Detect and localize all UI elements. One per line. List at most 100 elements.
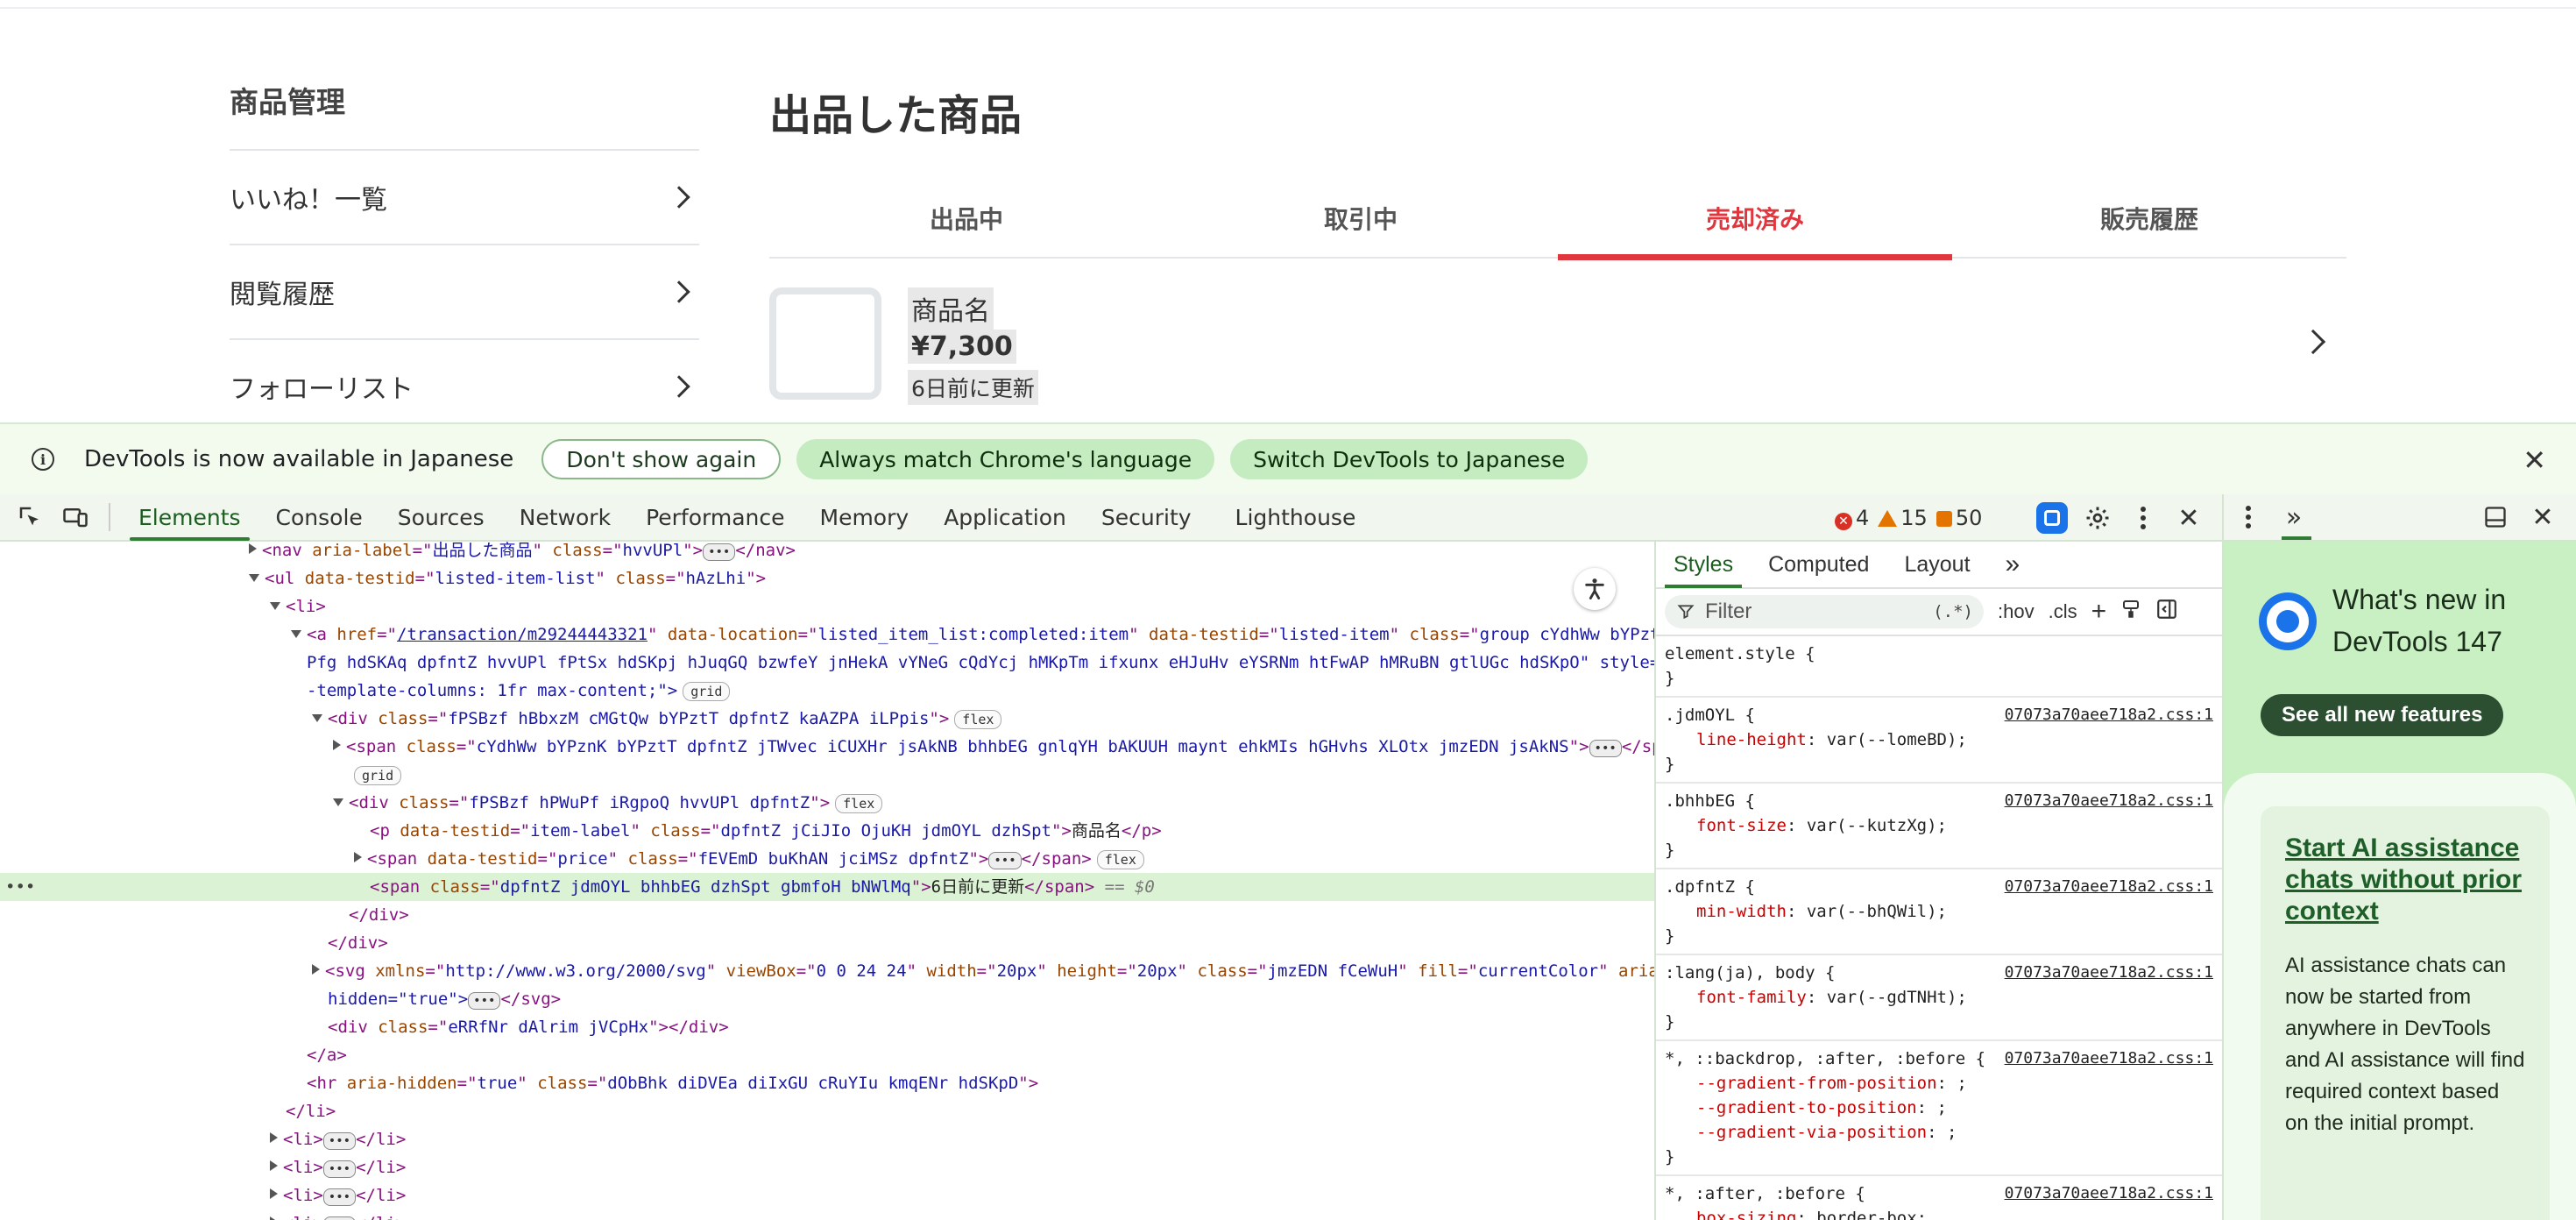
dom-node-line[interactable]: <div class="eRRfNr dAlrim jVCpHx"></div>	[0, 1013, 1654, 1041]
rule-property[interactable]: --gradient-from-position: ;	[1665, 1071, 2213, 1096]
tab-in-progress[interactable]: 取引中	[1164, 180, 1558, 257]
expand-toggle-icon[interactable]	[270, 1132, 278, 1143]
style-rule[interactable]: .bhhbEG {07073a70aee718a2.css:1 font-size…	[1656, 784, 2222, 869]
more-options-icon[interactable]	[2226, 494, 2271, 540]
rule-source-link[interactable]: 07073a70aee718a2.css:1	[2005, 789, 2213, 813]
close-icon[interactable]: ✕	[2523, 443, 2546, 477]
style-rule[interactable]: *, :after, :before {07073a70aee718a2.css…	[1656, 1176, 2222, 1220]
tab-lighthouse[interactable]: Lighthouse	[1218, 493, 1374, 541]
collapsed-children-icon[interactable]: •••	[988, 852, 1022, 869]
dom-node-line[interactable]: hidden="true"> ••• </svg>	[0, 985, 1654, 1013]
rule-property[interactable]: font-size: var(--kutzXg);	[1665, 813, 2213, 838]
issue-counters[interactable]: ✕ 4 15 50	[1835, 494, 1982, 542]
grid-badge[interactable]: grid	[683, 682, 731, 701]
rule-source-link[interactable]: 07073a70aee718a2.css:1	[2005, 1046, 2213, 1071]
dom-node-line[interactable]: <hr aria-hidden="true" class="dObBhk diD…	[0, 1069, 1654, 1097]
tab-application[interactable]: Application	[926, 493, 1084, 541]
match-language-button[interactable]: Always match Chrome's language	[796, 439, 1215, 479]
tab-sales-history[interactable]: 販売履歴	[1952, 180, 2346, 257]
expand-toggle-icon[interactable]	[249, 574, 259, 582]
node-actions-icon[interactable]: •••	[5, 873, 35, 901]
tab-elements[interactable]: Elements	[121, 493, 258, 541]
rule-source-link[interactable]: 07073a70aee718a2.css:1	[2005, 875, 2213, 899]
dock-side-icon[interactable]	[2473, 494, 2518, 540]
grid-badge[interactable]: grid	[354, 766, 402, 785]
ai-assistance-icon[interactable]	[2029, 495, 2075, 541]
dom-node-line[interactable]: </a>	[0, 1041, 1654, 1069]
dom-node-line[interactable]: <li>•••</li>	[0, 1181, 1654, 1209]
collapsed-children-icon[interactable]: •••	[703, 543, 736, 561]
paint-brush-icon[interactable]	[2120, 599, 2141, 625]
switch-language-button[interactable]: Switch DevTools to Japanese	[1230, 439, 1589, 479]
dom-node-line[interactable]: Pfg hdSKAq dpfntZ hvvUPl fPtSx hdSKpj hJ…	[0, 649, 1654, 677]
expand-toggle-icon[interactable]	[354, 852, 362, 862]
class-toggle[interactable]: .cls	[2049, 600, 2077, 623]
listed-item[interactable]: 商品名 ¥7,300 6日前に更新	[769, 284, 2346, 407]
collapsed-children-icon[interactable]: •••	[322, 1132, 357, 1150]
expand-toggle-icon[interactable]	[312, 714, 322, 722]
dom-node-line[interactable]: </div>	[0, 901, 1654, 929]
tab-performance[interactable]: Performance	[628, 493, 802, 541]
dom-node-line[interactable]: <svg xmlns="http://www.w3.org/2000/svg" …	[0, 957, 1654, 985]
expand-toggle-icon[interactable]	[249, 543, 257, 554]
rule-property[interactable]: line-height: var(--lomeBD);	[1665, 727, 2213, 752]
expand-toggle-icon[interactable]	[312, 964, 320, 975]
flex-badge[interactable]: flex	[835, 794, 883, 813]
more-tabs-icon[interactable]: »	[1988, 542, 2038, 588]
style-rule[interactable]: element.style {}	[1656, 636, 2222, 698]
dom-node-selected[interactable]: ••• <span class="dpfntZ jdmOYL bhhbEG dzh…	[0, 873, 1654, 901]
dom-node-line[interactable]: </li>	[0, 1097, 1654, 1125]
dom-node-line[interactable]: <div class="fPSBzf hBbxzM cMGtQw bYPztT …	[0, 705, 1654, 733]
style-rule[interactable]: *, ::backdrop, :after, :before {07073a70…	[1656, 1041, 2222, 1176]
tab-memory[interactable]: Memory	[803, 493, 927, 541]
dom-node-line[interactable]: <span class="cYdhWw bYPznK bYPztT dpfntZ…	[0, 733, 1654, 761]
dom-node-line[interactable]: <div class="fPSBzf hPWuPf iRgpoQ hvvUPl …	[0, 789, 1654, 817]
rule-property[interactable]: box-sizing: border-box;	[1665, 1206, 2213, 1220]
dom-node-line[interactable]: <li>•••</li>	[0, 1153, 1654, 1181]
tab-styles[interactable]: Styles	[1656, 542, 1751, 588]
more-options-icon[interactable]	[2120, 495, 2166, 541]
device-toolbar-icon[interactable]	[53, 494, 98, 540]
inspect-element-icon[interactable]	[7, 494, 53, 540]
sidebar-item-history[interactable]: 閲覧履歴	[230, 244, 699, 338]
sidebar-item-likes[interactable]: いいね！一覧	[230, 149, 699, 244]
collapsed-children-icon[interactable]: •••	[322, 1160, 357, 1178]
styles-filter-input[interactable]: Filter (.*)	[1665, 595, 1984, 628]
expand-toggle-icon[interactable]	[270, 602, 280, 610]
style-rule[interactable]: .dpfntZ {07073a70aee718a2.css:1 min-width…	[1656, 869, 2222, 955]
dom-node-line[interactable]: <li>	[0, 592, 1654, 621]
close-devtools-icon[interactable]: ✕	[2166, 495, 2212, 541]
expand-toggle-icon[interactable]	[270, 1160, 278, 1171]
dom-node-line[interactable]: <span data-testid="price" class="fEVEmD …	[0, 845, 1654, 873]
dom-node-line[interactable]: <p data-testid="item-label" class="dpfnt…	[0, 817, 1654, 845]
dom-node-line[interactable]: </div>	[0, 929, 1654, 957]
collapsed-children-icon[interactable]: •••	[322, 1188, 357, 1206]
style-rule[interactable]: .jdmOYL {07073a70aee718a2.css:1 line-heig…	[1656, 698, 2222, 784]
gear-icon[interactable]	[2075, 495, 2120, 541]
rule-property[interactable]: min-width: var(--bhQWil);	[1665, 899, 2213, 924]
dom-node-line[interactable]: -template-columns: 1fr max-content;"> gri…	[0, 677, 1654, 705]
style-rule[interactable]: :lang(ja), body {07073a70aee718a2.css:1 f…	[1656, 955, 2222, 1041]
collapsed-children-icon[interactable]: •••	[322, 1216, 357, 1220]
expand-toggle-icon[interactable]	[333, 798, 343, 806]
rule-property[interactable]: --gradient-via-position: ;	[1665, 1120, 2213, 1145]
expand-toggle-icon[interactable]	[291, 630, 301, 638]
elements-dom-tree[interactable]: <nav aria-label="出品した商品" class="hvvUPl">…	[0, 542, 1654, 1220]
flex-badge[interactable]: flex	[954, 710, 1002, 729]
sidebar-item-follow[interactable]: フォローリスト	[230, 338, 699, 422]
dom-node-line[interactable]: grid	[0, 761, 1654, 789]
collapsed-children-icon[interactable]: •••	[1589, 740, 1622, 757]
toggle-sidebar-icon[interactable]	[2155, 598, 2178, 626]
accessibility-tree-icon[interactable]	[1574, 568, 1616, 610]
flex-badge[interactable]: flex	[1096, 850, 1144, 869]
expand-toggle-icon[interactable]	[270, 1188, 278, 1199]
dom-node-line[interactable]: <a href="/transaction/m29244443321" data…	[0, 621, 1654, 649]
tab-network[interactable]: Network	[502, 493, 628, 541]
hover-state-toggle[interactable]: :hov	[1998, 600, 2035, 623]
tab-sold[interactable]: 売却済み	[1558, 180, 1952, 260]
tab-console[interactable]: Console	[258, 493, 380, 541]
rule-property[interactable]: font-family: var(--gdTNHt);	[1665, 985, 2213, 1010]
close-drawer-icon[interactable]: ✕	[2520, 494, 2565, 540]
dom-node-line[interactable]: <li>•••</li>	[0, 1209, 1654, 1220]
collapsed-children-icon[interactable]: •••	[468, 992, 501, 1010]
